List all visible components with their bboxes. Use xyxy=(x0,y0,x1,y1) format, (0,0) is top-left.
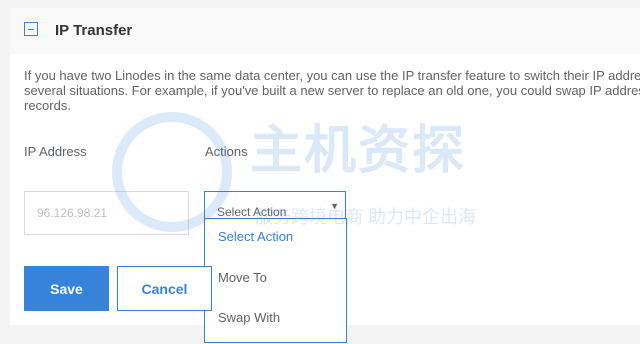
menu-option-swap-with[interactable]: Swap With xyxy=(218,310,280,325)
description-line: several situations. For example, if you'… xyxy=(24,83,640,98)
action-select[interactable]: Select Action ▼ xyxy=(204,191,346,219)
save-button[interactable]: Save xyxy=(24,266,109,311)
menu-option-move-to[interactable]: Move To xyxy=(218,270,267,285)
panel-title: IP Transfer xyxy=(55,22,133,39)
action-select-value: Select Action xyxy=(217,205,287,219)
cancel-button[interactable]: Cancel xyxy=(117,266,212,311)
menu-option-select-action[interactable]: Select Action xyxy=(218,229,293,244)
description-line: records. xyxy=(24,98,71,113)
panel-description: If you have two Linodes in the same data… xyxy=(24,68,640,113)
collapse-icon[interactable] xyxy=(24,22,38,36)
chevron-down-icon: ▼ xyxy=(330,201,339,211)
ip-address-label: IP Address xyxy=(24,144,87,159)
actions-label: Actions xyxy=(205,144,248,159)
description-line: If you have two Linodes in the same data… xyxy=(24,68,640,83)
ip-address-field: 96.126.98.21 xyxy=(24,191,189,235)
action-dropdown-menu: Select Action Move To Swap With xyxy=(204,218,347,343)
